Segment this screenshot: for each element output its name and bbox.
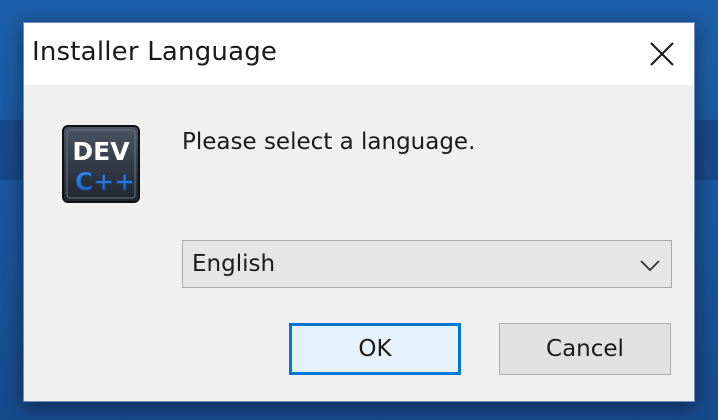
prompt-message: Please select a language. — [182, 129, 476, 155]
window-title: Installer Language — [32, 37, 278, 67]
logo-dev-text: DEV — [72, 137, 130, 166]
close-button[interactable] — [630, 23, 694, 85]
language-select[interactable]: English — [182, 240, 672, 288]
cancel-button[interactable]: Cancel — [499, 323, 671, 375]
ok-button[interactable]: OK — [289, 323, 461, 375]
installer-language-dialog: Installer Language DEV C++ Please select… — [23, 22, 695, 402]
close-icon — [650, 42, 674, 66]
logo-cpp-text: C++ — [75, 167, 135, 196]
title-bar[interactable]: Installer Language — [24, 23, 694, 85]
chevron-down-icon — [640, 260, 660, 272]
devcpp-logo-icon: DEV C++ — [62, 125, 140, 203]
language-select-value: English — [192, 251, 276, 277]
